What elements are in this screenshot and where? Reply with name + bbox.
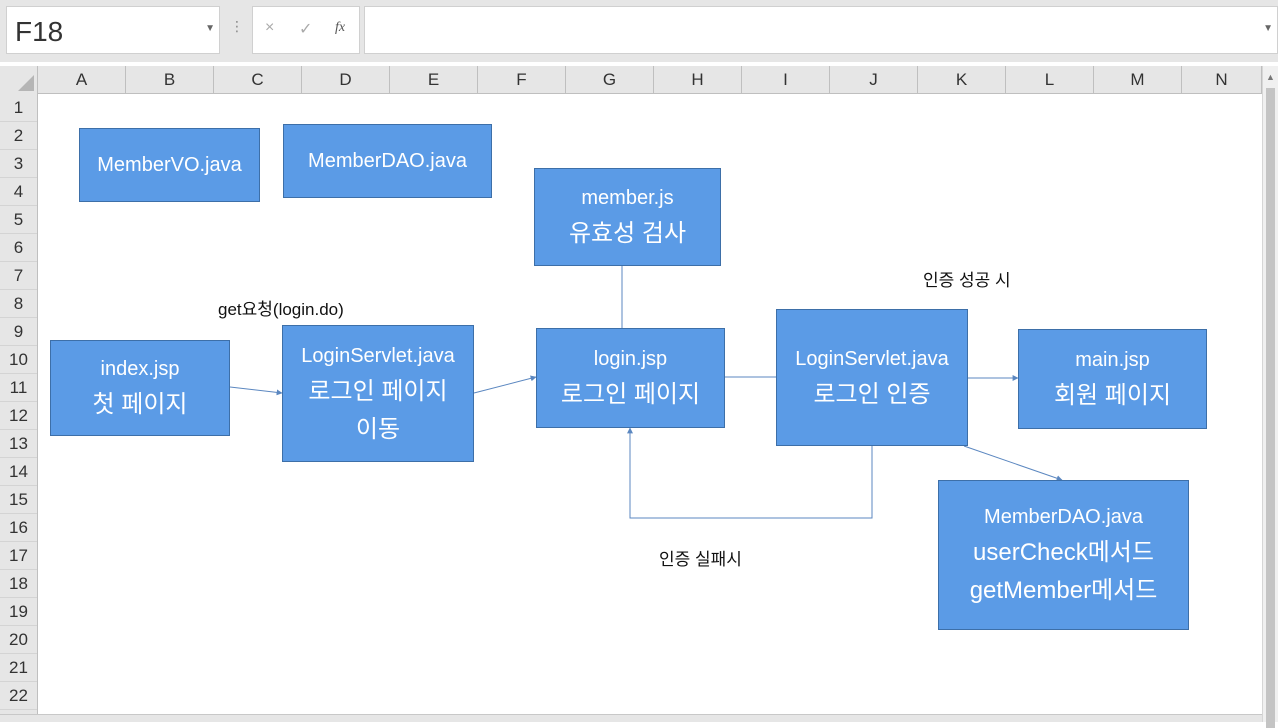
- login-servlet-move-line-3: 이동: [355, 415, 401, 443]
- login-servlet-auth-line-1: LoginServlet.java: [795, 347, 949, 370]
- member-js-box[interactable]: member.js 유효성 검사: [534, 168, 721, 266]
- column-header-b[interactable]: B: [126, 66, 214, 93]
- select-all-icon: [18, 75, 34, 91]
- column-header-h[interactable]: H: [654, 66, 742, 93]
- formula-input[interactable]: ▼: [364, 6, 1278, 54]
- login-servlet-move-line-2: 로그인 페이지: [308, 377, 448, 405]
- column-header-i[interactable]: I: [742, 66, 830, 93]
- vertical-scrollbar[interactable]: ▲: [1262, 66, 1278, 728]
- row-header-2[interactable]: 2: [0, 122, 37, 150]
- formula-buttons: × ✓ fx: [252, 6, 360, 54]
- login-servlet-auth-line-2: 로그인 인증: [813, 380, 931, 408]
- memberdao-box[interactable]: MemberDAO.java: [283, 124, 492, 198]
- column-header-f[interactable]: F: [478, 66, 566, 93]
- column-header-j[interactable]: J: [830, 66, 918, 93]
- member-js-line-1: member.js: [581, 187, 674, 209]
- member-js-line-2: 유효성 검사: [568, 220, 687, 247]
- login-jsp-line-1: login.jsp: [593, 348, 668, 370]
- column-header-d[interactable]: D: [302, 66, 390, 93]
- login-servlet-auth-box[interactable]: LoginServlet.java 로그인 인증: [776, 309, 968, 446]
- auth-success-label: 인증 성공 시: [923, 271, 1011, 290]
- select-all-button[interactable]: [0, 66, 38, 94]
- row-header-20[interactable]: 20: [0, 626, 37, 654]
- memberdao-line-1: MemberDAO.java: [308, 150, 467, 172]
- column-header-k[interactable]: K: [918, 66, 1006, 93]
- column-header-a[interactable]: A: [38, 66, 126, 93]
- row-header-15[interactable]: 15: [0, 486, 37, 514]
- row-header-17[interactable]: 17: [0, 542, 37, 570]
- memberdao-methods-line-3: getMember메서드: [969, 577, 1158, 604]
- memberdao-methods-line-1: MemberDAO.java: [984, 506, 1143, 528]
- row-header-11[interactable]: 11: [0, 374, 37, 402]
- row-header-18[interactable]: 18: [0, 570, 37, 598]
- index-jsp-line-2: 첫 페이지: [92, 391, 188, 418]
- row-header-22[interactable]: 22: [0, 682, 37, 710]
- row-headers: 1 2 3 4 5 6 7 8 9 10 11 12 13 14 15 16 1…: [0, 94, 38, 714]
- expand-formula-bar-icon[interactable]: ▼: [1263, 23, 1273, 34]
- scroll-up-icon[interactable]: ▲: [1266, 72, 1275, 82]
- row-header-5[interactable]: 5: [0, 206, 37, 234]
- row-header-12[interactable]: 12: [0, 402, 37, 430]
- login-servlet-move-box[interactable]: LoginServlet.java 로그인 페이지 이동: [282, 325, 474, 462]
- column-header-g[interactable]: G: [566, 66, 654, 93]
- main-jsp-line-2: 회원 페이지: [1053, 382, 1172, 409]
- index-jsp-box[interactable]: index.jsp 첫 페이지: [50, 340, 230, 436]
- main-jsp-line-1: main.jsp: [1075, 349, 1150, 371]
- login-servlet-move-line-1: LoginServlet.java: [301, 344, 455, 367]
- memberdao-methods-box[interactable]: MemberDAO.java userCheck메서드 getMember메서드: [938, 480, 1189, 630]
- name-box-dropdown-icon[interactable]: ▼: [205, 23, 215, 34]
- row-header-1[interactable]: 1: [0, 94, 37, 122]
- row-header-13[interactable]: 13: [0, 430, 37, 458]
- column-header-m[interactable]: M: [1094, 66, 1182, 93]
- insert-function-icon[interactable]: fx: [335, 20, 345, 36]
- membervo-line-1: MemberVO.java: [97, 154, 242, 176]
- column-header-n[interactable]: N: [1182, 66, 1262, 93]
- main-jsp-box[interactable]: main.jsp 회원 페이지: [1018, 329, 1207, 429]
- vertical-scroll-thumb[interactable]: [1266, 88, 1275, 728]
- memberdao-methods-line-2: userCheck메서드: [973, 539, 1154, 566]
- column-header-l[interactable]: L: [1006, 66, 1094, 93]
- column-headers: A B C D E F G H I J K L M N: [0, 66, 1278, 94]
- login-jsp-box[interactable]: login.jsp 로그인 페이지: [536, 328, 725, 428]
- name-box-value: F18: [15, 16, 64, 47]
- login-jsp-line-2: 로그인 페이지: [560, 381, 701, 408]
- row-header-4[interactable]: 4: [0, 178, 37, 206]
- auth-fail-label: 인증 실패시: [659, 550, 742, 569]
- sheet-tab-bar[interactable]: [0, 714, 1262, 722]
- column-header-c[interactable]: C: [214, 66, 302, 93]
- cancel-icon[interactable]: ×: [265, 19, 274, 37]
- row-header-16[interactable]: 16: [0, 514, 37, 542]
- get-request-label: get요청(login.do): [218, 300, 344, 319]
- index-jsp-line-1: index.jsp: [100, 358, 180, 380]
- row-header-3[interactable]: 3: [0, 150, 37, 178]
- row-header-8[interactable]: 8: [0, 290, 37, 318]
- row-header-10[interactable]: 10: [0, 346, 37, 374]
- enter-icon[interactable]: ✓: [299, 19, 312, 39]
- membervo-box[interactable]: MemberVO.java: [79, 128, 260, 202]
- formula-bar: F18 ▼ ⋮ × ✓ fx ▼: [0, 0, 1278, 62]
- row-header-9[interactable]: 9: [0, 318, 37, 346]
- more-options-icon[interactable]: ⋮: [230, 18, 244, 35]
- row-header-14[interactable]: 14: [0, 458, 37, 486]
- column-header-e[interactable]: E: [390, 66, 478, 93]
- row-header-6[interactable]: 6: [0, 234, 37, 262]
- row-header-21[interactable]: 21: [0, 654, 37, 682]
- row-header-7[interactable]: 7: [0, 262, 37, 290]
- name-box[interactable]: F18 ▼: [6, 6, 220, 54]
- row-header-19[interactable]: 19: [0, 598, 37, 626]
